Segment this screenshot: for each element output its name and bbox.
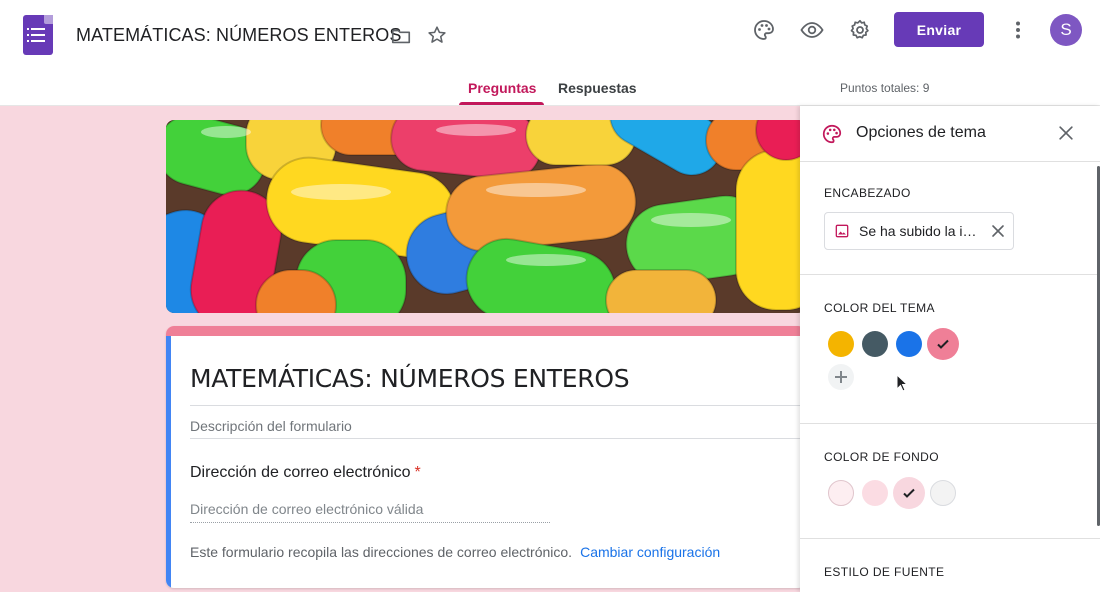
section-divider xyxy=(800,538,1100,539)
remove-image-icon[interactable] xyxy=(991,224,1005,238)
email-input-underline xyxy=(190,522,550,523)
header-image xyxy=(166,120,806,313)
theme-color-swatch[interactable] xyxy=(828,331,854,357)
account-avatar[interactable]: S xyxy=(1050,14,1082,46)
header-chip-text: Se ha subido la i… xyxy=(859,223,977,239)
form-title[interactable]: MATEMÁTICAS: NÚMEROS ENTEROS xyxy=(190,364,630,393)
description-underline xyxy=(190,438,806,439)
header-section-label: ENCABEZADO xyxy=(824,186,911,200)
theme-color-bar xyxy=(166,326,806,336)
title-underline xyxy=(190,405,806,406)
palette-icon xyxy=(822,124,842,144)
active-card-indicator xyxy=(166,336,171,588)
image-icon xyxy=(835,224,849,238)
candy-banner-image xyxy=(166,120,806,313)
section-divider xyxy=(800,423,1100,424)
check-icon xyxy=(937,339,949,349)
plus-icon xyxy=(835,371,847,383)
mouse-cursor-icon xyxy=(896,374,908,392)
collect-note-text: Este formulario recopila las direcciones… xyxy=(190,544,573,560)
panel-header: Opciones de tema xyxy=(800,106,1100,162)
section-divider xyxy=(800,274,1100,275)
theme-color-swatch-selected[interactable] xyxy=(927,328,959,360)
eye-icon[interactable] xyxy=(800,18,824,42)
required-asterisk: * xyxy=(414,464,421,481)
check-icon xyxy=(903,488,915,498)
star-icon[interactable] xyxy=(426,24,448,46)
font-style-section-label: ESTILO DE FUENTE xyxy=(824,565,945,579)
background-color-swatch[interactable] xyxy=(862,480,888,506)
background-color-swatch-selected[interactable] xyxy=(893,477,925,509)
change-settings-link[interactable]: Cambiar configuración xyxy=(580,544,720,560)
header-image-chip[interactable]: Se ha subido la i… xyxy=(824,212,1014,250)
email-label-text: Dirección de correo electrónico xyxy=(190,464,411,481)
background-color-swatch[interactable] xyxy=(930,480,956,506)
theme-color-section-label: COLOR DEL TEMA xyxy=(824,301,935,315)
panel-title: Opciones de tema xyxy=(856,124,986,141)
theme-color-swatch[interactable] xyxy=(862,331,888,357)
background-color-swatch[interactable] xyxy=(828,480,854,506)
email-question-label: Dirección de correo electrónico * xyxy=(190,464,421,482)
close-icon[interactable] xyxy=(1056,123,1076,143)
top-header: MATEMÁTICAS: NÚMEROS ENTEROS Enviar S Pr… xyxy=(0,0,1100,106)
palette-icon[interactable] xyxy=(752,18,776,42)
tab-questions[interactable]: Preguntas xyxy=(468,80,536,96)
more-vert-icon[interactable] xyxy=(1006,18,1030,42)
email-input-placeholder: Dirección de correo electrónico válida xyxy=(190,501,424,517)
send-button[interactable]: Enviar xyxy=(894,12,984,47)
forms-logo-icon[interactable] xyxy=(23,15,53,55)
email-collection-note: Este formulario recopila las direcciones… xyxy=(190,544,720,560)
active-tab-indicator xyxy=(459,102,544,105)
theme-color-swatch[interactable] xyxy=(896,331,922,357)
tab-responses[interactable]: Respuestas xyxy=(558,80,637,96)
document-title[interactable]: MATEMÁTICAS: NÚMEROS ENTEROS xyxy=(76,25,402,46)
total-points: Puntos totales: 9 xyxy=(840,81,930,95)
background-color-section-label: COLOR DE FONDO xyxy=(824,450,939,464)
gear-icon[interactable] xyxy=(848,18,872,42)
form-title-card: MATEMÁTICAS: NÚMEROS ENTEROS Descripción… xyxy=(166,326,806,588)
folder-icon[interactable] xyxy=(390,25,412,47)
add-custom-color-button[interactable] xyxy=(828,364,854,390)
form-description-input[interactable]: Descripción del formulario xyxy=(190,418,352,434)
